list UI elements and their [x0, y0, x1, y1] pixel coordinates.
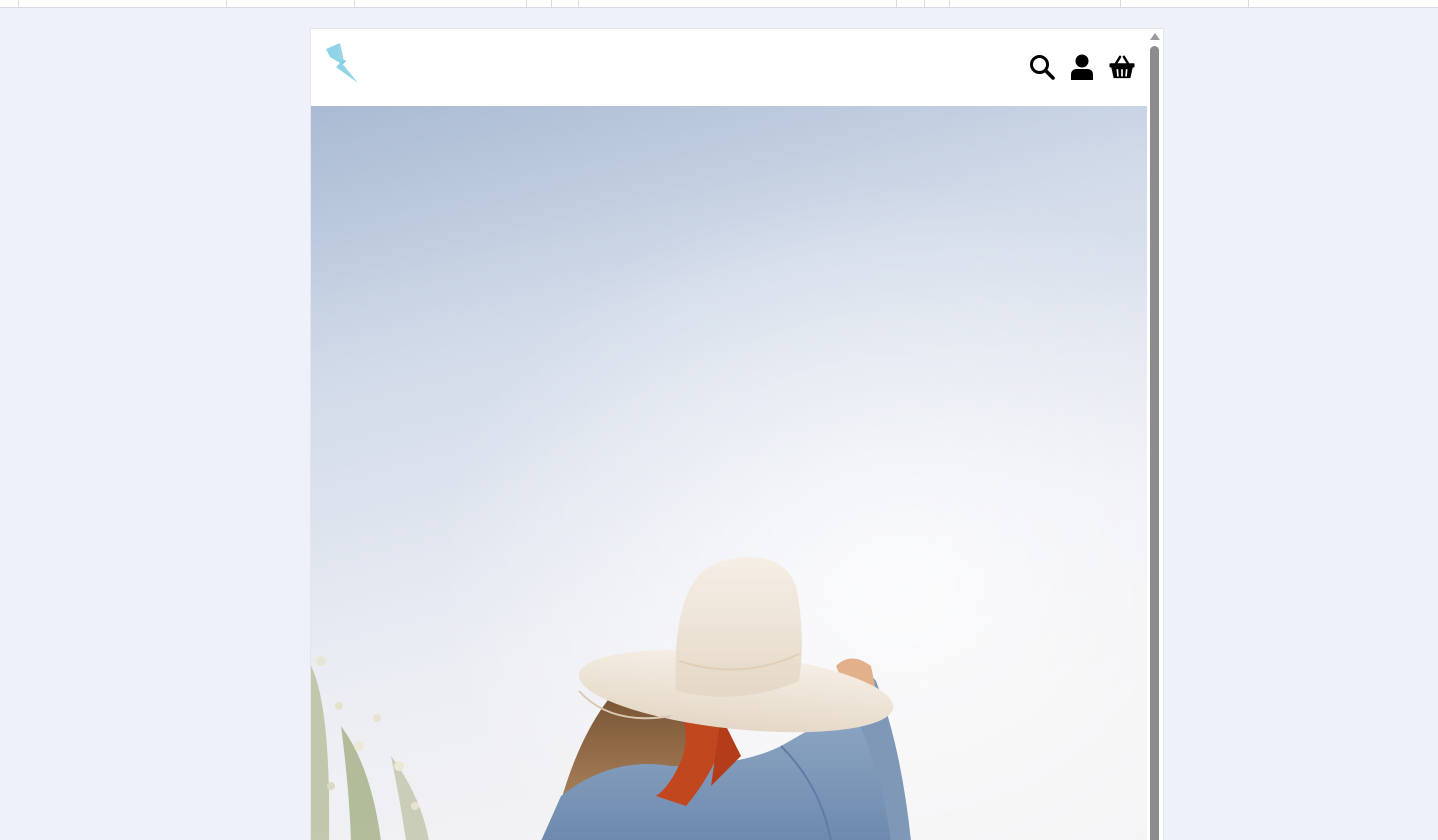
browser-top-strip: [0, 0, 1438, 8]
basket-icon[interactable]: [1109, 53, 1135, 81]
scrollbar-thumb[interactable]: [1150, 46, 1159, 840]
divider: [924, 0, 925, 7]
scrollbar[interactable]: [1147, 29, 1163, 840]
user-icon[interactable]: [1069, 53, 1095, 81]
lightning-bolt-logo[interactable]: [324, 43, 360, 87]
divider: [354, 0, 355, 7]
divider: [949, 0, 950, 7]
site-header: [311, 29, 1149, 106]
divider: [526, 0, 527, 7]
divider: [578, 0, 579, 7]
divider: [18, 0, 19, 7]
divider: [226, 0, 227, 7]
search-icon[interactable]: [1029, 53, 1055, 81]
mobile-preview-frame: [310, 28, 1164, 840]
divider: [551, 0, 552, 7]
divider: [1248, 0, 1249, 7]
hero-image: [311, 106, 1149, 840]
divider: [1120, 0, 1121, 7]
header-icons: [1029, 53, 1135, 81]
scroll-up-arrow-icon[interactable]: [1150, 33, 1160, 40]
divider: [896, 0, 897, 7]
